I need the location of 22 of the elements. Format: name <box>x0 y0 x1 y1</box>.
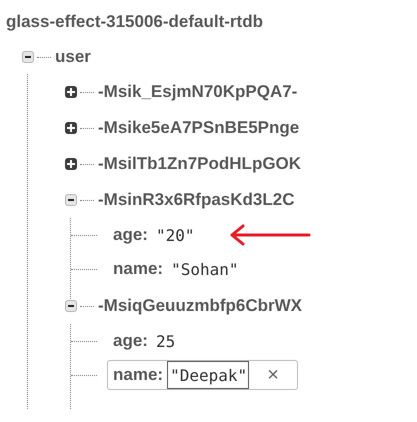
clear-button[interactable]: × <box>249 362 298 388</box>
field-value[interactable]: "20" <box>156 226 194 244</box>
collapse-icon[interactable] <box>65 300 77 312</box>
expand-icon[interactable] <box>65 158 77 170</box>
expand-icon[interactable] <box>65 122 77 134</box>
node-key[interactable]: -MsiqGeuuzmbfp6CbrWX <box>98 296 302 316</box>
field-value[interactable]: 25 <box>156 332 176 350</box>
field-key: age: <box>113 225 148 245</box>
value-input[interactable]: "Deepak" <box>167 361 250 389</box>
expand-icon[interactable] <box>65 86 77 98</box>
node-key[interactable]: -Msike5eA7PSnBE5Pnge <box>98 118 300 138</box>
collapse-icon[interactable] <box>22 51 34 63</box>
node-key[interactable]: -MsinR3x6RfpasKd3L2C <box>98 190 294 210</box>
node-key[interactable]: user <box>55 47 91 67</box>
collapse-icon[interactable] <box>65 194 77 206</box>
database-title: glass-effect-315006-default-rtdb <box>6 12 264 33</box>
field-key: age: <box>113 331 148 351</box>
field-key: name: <box>113 259 164 279</box>
field-value[interactable]: "Sohan" <box>171 260 239 278</box>
node-key[interactable]: -Msik_EsjmN70KpPQA7- <box>98 82 298 102</box>
node-key[interactable]: -MsilTb1Zn7PodHLpGOK <box>98 154 302 174</box>
field-key: name: <box>113 365 164 385</box>
